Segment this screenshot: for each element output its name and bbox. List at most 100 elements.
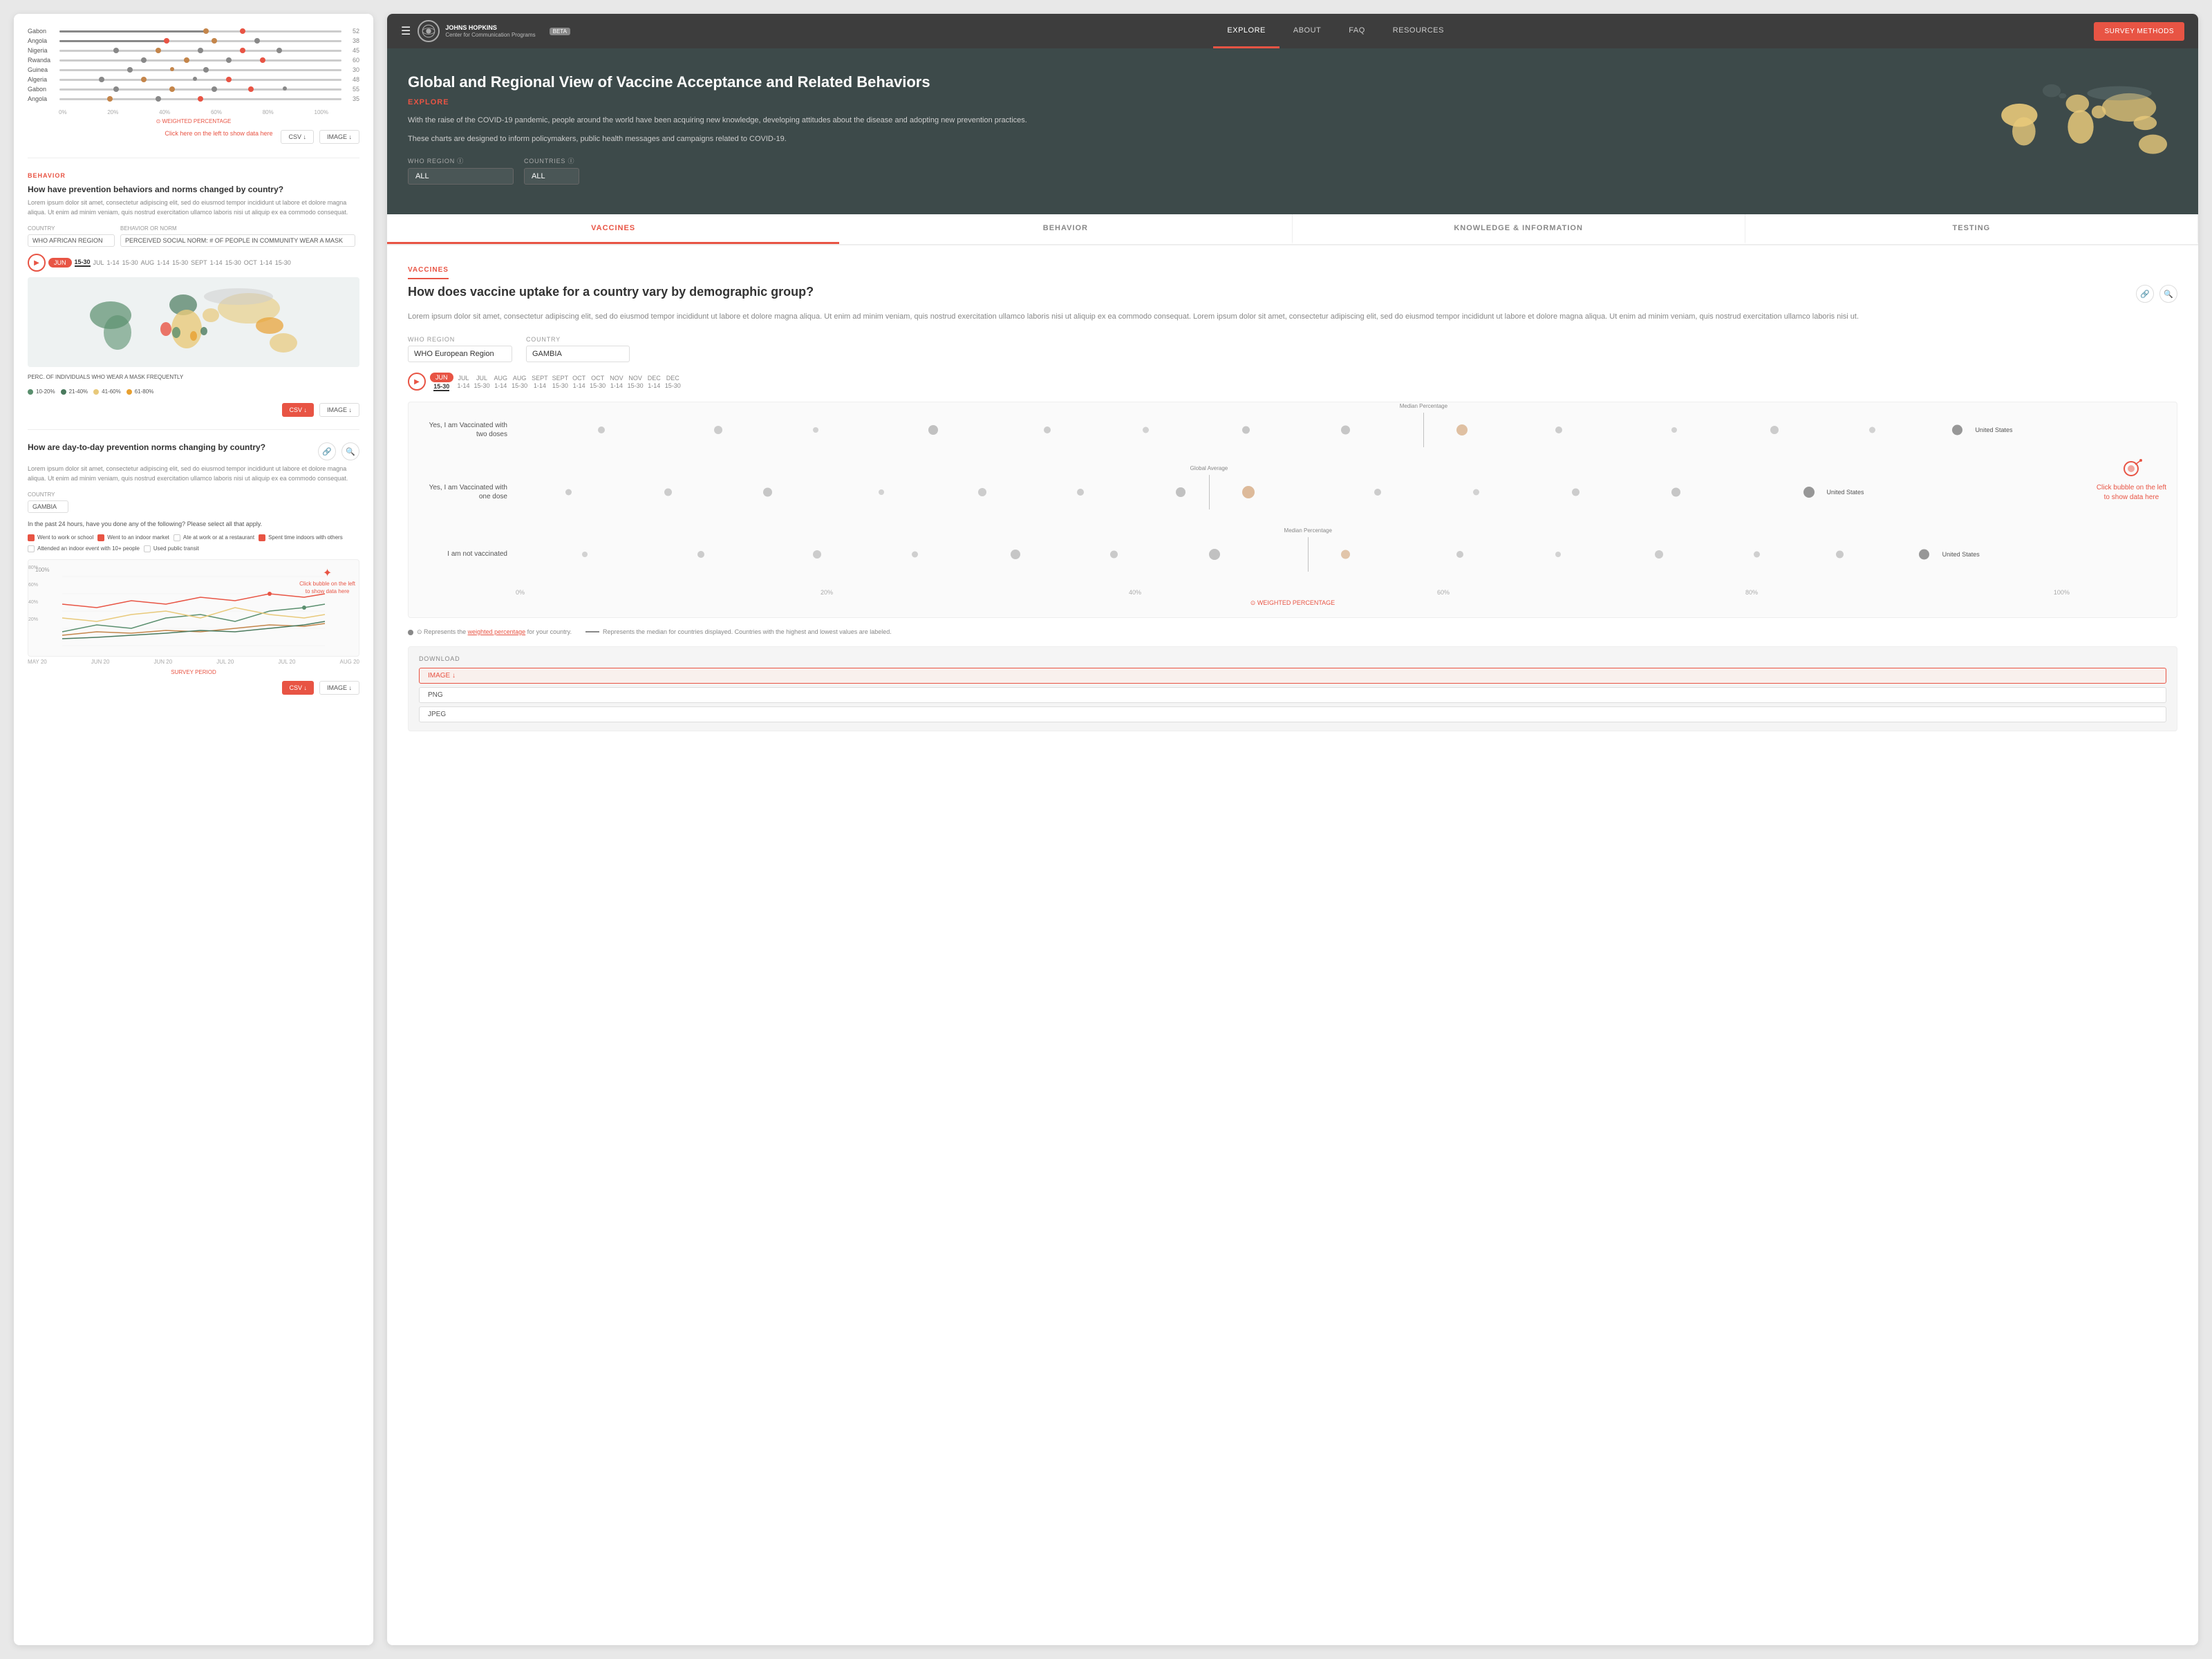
us-dot-one-dose[interactable] [1803, 487, 1815, 498]
legend-median: Represents the median for countries disp… [585, 628, 892, 636]
row-dots-one-dose: Global Average [516, 475, 2166, 509]
row-label-two-doses: Yes, I am Vaccinated with two doses [419, 421, 516, 439]
legend-weighted: ⊙ Represents the weighted percentage for… [408, 628, 572, 636]
link-icon[interactable]: 🔗 [318, 442, 336, 460]
survey-methods-btn[interactable]: SURVEY METHODS [2094, 22, 2184, 41]
chart-row-two-doses: Yes, I am Vaccinated with two doses Medi… [419, 413, 2166, 447]
chart-legend: ⊙ Represents the weighted percentage for… [408, 628, 2177, 636]
vaccines-tag: VACCINES [408, 266, 449, 279]
survey-label: SURVEY PERIOD [28, 669, 359, 675]
logo-text-bottom: Center for Communication Programs [445, 32, 535, 39]
top-countries-list: Gabon 52 Angola 38 Nigeria [28, 28, 359, 102]
image-btn-top[interactable]: IMAGE ↓ [319, 130, 359, 144]
who-region-label: WHO REGION ⓘ [408, 156, 514, 165]
hero-desc1: With the raise of the COVID-19 pandemic,… [408, 115, 1970, 127]
hero-explore-tag: EXPLORE [408, 98, 1970, 106]
us-label-one-dose: United States [1827, 489, 1864, 496]
vaccines-lorem: Lorem ipsum dolor sit amet, consectetur … [408, 311, 2177, 324]
vaccines-who-select[interactable]: WHO European Region ALL [408, 346, 512, 362]
png-download-btn[interactable]: PNG [419, 687, 2166, 703]
countries-label: COUNTRIES ⓘ [524, 156, 579, 165]
main-tabs: VACCINES BEHAVIOR KNOWLEDGE & INFORMATIO… [387, 214, 2198, 245]
hero-desc2: These charts are designed to inform poli… [408, 133, 1970, 146]
line-chart: 100% [28, 559, 359, 657]
tab-knowledge[interactable]: KNOWLEDGE & INFORMATION [1293, 214, 1745, 244]
nav-explore[interactable]: EXPLORE [1213, 14, 1279, 48]
behavior-norm-select[interactable]: PERCEIVED SOCIAL NORM: # OF PEOPLE IN CO… [120, 234, 355, 247]
vaccines-timeline: ▶ JUN 15-30 JUL 1-14 JUL 15-30 AUG 1-14 … [408, 373, 2177, 391]
us-dot-two-doses[interactable] [1952, 424, 1962, 435]
beta-badge: BETA [550, 28, 570, 35]
behavior-csv-btn[interactable]: CSV ↓ [282, 403, 314, 417]
behavior-timeline: ▶ JUN 15-30 JUL 1-14 15-30 AUG 1-14 15-3… [28, 254, 359, 272]
vaccines-play-btn[interactable]: ▶ [408, 373, 426, 391]
nav-faq[interactable]: FAQ [1335, 14, 1379, 48]
main-content: VACCINES How does vaccine uptake for a c… [387, 245, 2198, 749]
link-icon[interactable]: 🔗 [2136, 285, 2154, 303]
nav-links: EXPLORE ABOUT FAQ RESOURCES [577, 14, 2094, 48]
who-region-filter: WHO REGION ⓘ ALL WHO European Region [408, 156, 514, 185]
us-label-two-doses: United States [1975, 427, 2012, 433]
hamburger-icon[interactable]: ☰ [401, 24, 411, 38]
hero-world-map [1984, 73, 2177, 194]
vaccines-country-filter: COUNTRY GAMBIA ALL [526, 336, 630, 362]
vaccines-country-select[interactable]: GAMBIA ALL [526, 346, 630, 362]
jpeg-download-btn[interactable]: JPEG [419, 706, 2166, 722]
vaccines-chart: Click bubble on the leftto show data her… [408, 402, 2177, 618]
country-row-nigeria: Nigeria 45 [28, 47, 359, 54]
country-row-guinea: Guinea 30 [28, 66, 359, 73]
weighted-label: ⊙ WEIGHTED PERCENTAGE [419, 599, 2166, 607]
magnify-icon[interactable]: 🔍 [2159, 285, 2177, 303]
right-panel: ☰ JOHNS HOPKINS Center for Communication… [387, 14, 2198, 1645]
us-label-not-vaccinated: United States [1942, 551, 1980, 558]
activity-indoors: Spent time indoors with others [259, 534, 343, 541]
map-legend-items: 10-20% 21-40% 41-60% 61-80% [28, 388, 359, 395]
behavior-tag: BEHAVIOR [28, 172, 359, 179]
chart-rows-container: Yes, I am Vaccinated with two doses Medi… [419, 413, 2166, 572]
tab-vaccines[interactable]: VACCINES [387, 214, 839, 244]
search-icon[interactable]: 🔍 [341, 442, 359, 460]
behavior-image-btn[interactable]: IMAGE ↓ [319, 403, 359, 417]
download-section: DOWNLOAD IMAGE ↓ PNG JPEG [408, 646, 2177, 731]
behavior-country-select[interactable]: WHO AFRICAN REGION [28, 234, 115, 247]
tab-testing[interactable]: TESTING [1745, 214, 2198, 244]
behavior-time-pill[interactable]: JUN [48, 258, 72, 268]
hero-content: Global and Regional View of Vaccine Acce… [408, 73, 1970, 185]
vaccines-question: How does vaccine uptake for a country va… [408, 285, 2129, 299]
country-bar [59, 30, 341, 32]
who-region-select[interactable]: ALL WHO European Region [408, 168, 514, 185]
behavior2-csv-btn[interactable]: CSV ↓ [282, 681, 314, 695]
behavior-section: BEHAVIOR How have prevention behaviors a… [28, 158, 359, 695]
logo-text-top: JOHNS HOPKINS [445, 24, 535, 32]
activity-restaurant: Ate at work or at a restaurant [174, 534, 254, 541]
row-label-not-vaccinated: I am not vaccinated [419, 550, 516, 559]
app-logo: JOHNS HOPKINS Center for Communication P… [418, 20, 535, 42]
country-row-rwanda: Rwanda 60 [28, 57, 359, 64]
vaccines-country-label: COUNTRY [526, 336, 630, 343]
country-name: Gabon [28, 28, 55, 35]
behavior-play-btn[interactable]: ▶ [28, 254, 46, 272]
behavior-country-select2[interactable]: GAMBIA [28, 500, 68, 513]
activity-event: Attended an indoor event with 10+ people [28, 545, 140, 552]
activities-checkboxes: Went to work or school Went to an indoor… [28, 534, 359, 552]
us-dot-not-vaccinated[interactable] [1919, 549, 1929, 559]
vaccines-who-label: WHO REGION [408, 336, 512, 343]
row-dots-not-vaccinated: Median Percentage [516, 537, 2166, 572]
nav-resources[interactable]: RESOURCES [1379, 14, 1458, 48]
behavior2-image-btn[interactable]: IMAGE ↓ [319, 681, 359, 695]
nav-about[interactable]: ABOUT [1280, 14, 1335, 48]
behavior-lorem2: Lorem ipsum dolor sit amet, consectetur … [28, 465, 359, 483]
tab-behavior[interactable]: BEHAVIOR [839, 214, 1292, 244]
download-buttons: IMAGE ↓ PNG JPEG [419, 668, 2166, 722]
behavior-q1: How have prevention behaviors and norms … [28, 185, 359, 194]
csv-btn-top[interactable]: CSV ↓ [281, 130, 314, 144]
jun-pill[interactable]: JUN [430, 373, 453, 382]
country-row-algeria: Algeria 48 [28, 76, 359, 83]
countries-filter: COUNTRIES ⓘ ALL [524, 156, 579, 185]
chart-row-not-vaccinated: I am not vaccinated Median Percentage [419, 537, 2166, 572]
image-download-btn[interactable]: IMAGE ↓ [419, 668, 2166, 684]
countries-select[interactable]: ALL [524, 168, 579, 185]
vaccines-who-region: WHO REGION WHO European Region ALL [408, 336, 512, 362]
activity-work: Went to work or school [28, 534, 93, 541]
vaccines-question-row: How does vaccine uptake for a country va… [408, 285, 2177, 303]
